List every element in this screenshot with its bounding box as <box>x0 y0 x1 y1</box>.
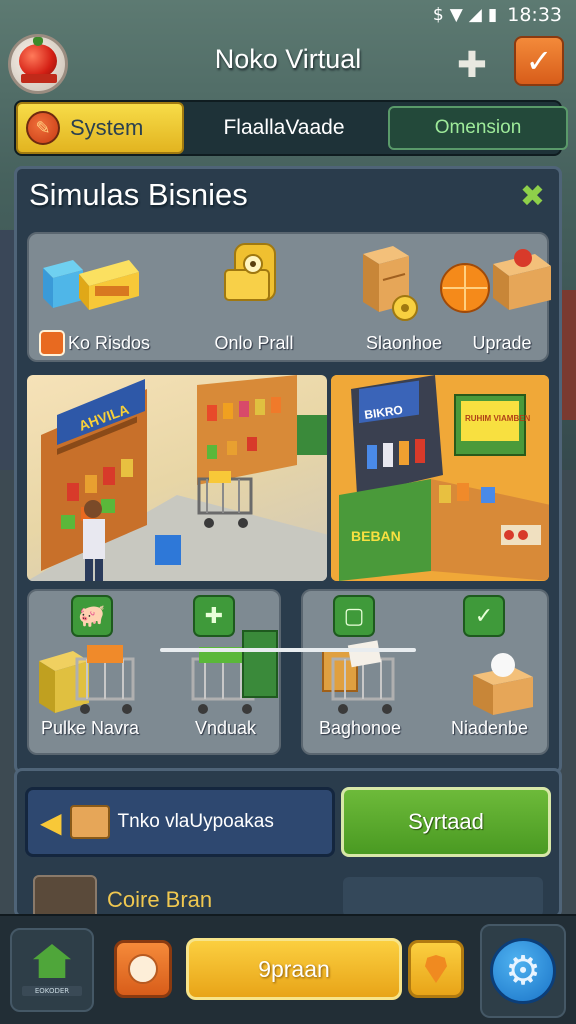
status-bar: $ ▼ ◢ ▮ 18:33 <box>0 0 576 30</box>
home-icon <box>33 944 71 978</box>
category-card-right: ▢ ✓ Baghonoe Niadenbe <box>300 589 549 755</box>
check-icon: ✓ <box>525 42 553 80</box>
bottom-nav: EOKODER 9praan ⚙ <box>0 914 576 1024</box>
gear-icon: ⚙ <box>490 938 556 1004</box>
profile-icon <box>128 954 158 984</box>
item-shelf: Ko Risdos Onlo Prall Slaonhoe Uprade <box>27 232 551 364</box>
counter-text: BEBAN <box>351 528 401 544</box>
tab-bar: ✎ System FlaallaVaade Omension <box>14 100 568 156</box>
store-interior-illustration: AHVILA <box>27 375 327 581</box>
tab-label: Omension <box>434 117 522 138</box>
nav-profile-button[interactable] <box>114 940 172 998</box>
item-orange-crate[interactable]: Uprade <box>439 234 565 364</box>
panel-title: Simulas Bisnies <box>29 177 248 212</box>
store-scene-right[interactable]: BIKRO RUHIM VIAMBEN BEBAN <box>330 375 549 581</box>
store-scenes: AHVILA BIKRO RUHIM VIAMBEN BEBAN <box>27 375 549 581</box>
card-label: Vnduak <box>195 718 257 738</box>
nav-settings-button[interactable]: ⚙ <box>480 924 566 1018</box>
cart-box-illustration <box>39 630 278 714</box>
scroll-indicator <box>160 648 416 652</box>
item-label: Ko Risdos <box>67 333 151 353</box>
basket-icon <box>69 805 110 839</box>
location-pin-icon <box>425 955 447 983</box>
nav-location-button[interactable] <box>408 940 464 998</box>
top-header: Noko Virtual ✚ ✓ <box>0 30 576 98</box>
item-boxes[interactable]: Ko Risdos <box>29 234 159 364</box>
start-button[interactable]: Syrtaad <box>341 787 551 857</box>
battery-icon: ▮ <box>487 5 498 25</box>
logo-banner <box>21 74 57 83</box>
puzzle-icon: ✚ <box>456 44 488 86</box>
cart-crate-illustration <box>321 640 533 715</box>
category-card-left: 🐖 ✚ Pulke Navra Vnduak <box>27 589 281 755</box>
padlock-icon <box>224 243 276 301</box>
checkout-illustration: BIKRO RUHIM VIAMBEN BEBAN <box>330 375 549 581</box>
actions-panel: ◀ Tnko vlaUypoakas Syrtaad Coire Bran <box>14 768 562 925</box>
system-icon: ✎ <box>26 111 60 145</box>
core-brand-label: Coire Bran <box>107 887 213 912</box>
category-cards: 🐖 ✚ Pulke Navra Vnduak ▢ ✓ Baghonoe Niad… <box>27 589 549 755</box>
card-label: Niadenbe <box>450 718 529 738</box>
arrow-icon: ◀ <box>40 805 62 839</box>
primary-label: 9praan <box>258 955 330 982</box>
puzzle-button[interactable]: ✚ <box>450 43 494 87</box>
business-simulation-panel: Simulas Bisnies ✖ Ko Risdos Onlo Prall S… <box>14 166 562 774</box>
nav-primary-button[interactable]: 9praan <box>186 938 402 1000</box>
confirm-button[interactable]: ✓ <box>514 36 564 86</box>
card-label: Baghonoe <box>318 718 402 738</box>
nav-home-button[interactable]: EOKODER <box>10 928 94 1012</box>
status-time: 18:33 <box>507 4 562 26</box>
orange-crate-icon <box>440 249 551 313</box>
tab-label: System <box>70 115 144 140</box>
cabinet-icon <box>363 246 418 321</box>
card-label: Pulke Navra <box>41 718 140 738</box>
shop-upgrade-label: Tnko vlaUypoakas <box>117 811 274 832</box>
store-scene-left[interactable]: AHVILA <box>27 375 327 581</box>
tab-middle[interactable]: FlaallaVaade <box>184 102 384 154</box>
board-text: RUHIM VIAMBEN <box>465 414 531 423</box>
shop-upgrade-button[interactable]: ◀ Tnko vlaUypoakas <box>25 787 335 857</box>
boxes-icon <box>43 260 139 310</box>
tab-label: FlaallaVaade <box>223 116 345 139</box>
item-label: Onlo Prall <box>214 333 294 353</box>
tab-dimension[interactable]: Omension <box>388 106 568 150</box>
item-padlock[interactable]: Onlo Prall <box>189 234 319 364</box>
start-label: Syrtaad <box>408 809 484 834</box>
core-bar <box>343 877 543 917</box>
tab-system[interactable]: ✎ System <box>16 102 184 154</box>
item-label: Uprade <box>472 333 532 353</box>
signal-icon: ◢ <box>468 5 482 25</box>
home-sub-label: EOKODER <box>22 986 82 996</box>
wifi-icon: ▼ <box>449 5 463 25</box>
dollar-icon: $ <box>432 5 444 25</box>
close-icon[interactable]: ✖ <box>520 179 545 214</box>
